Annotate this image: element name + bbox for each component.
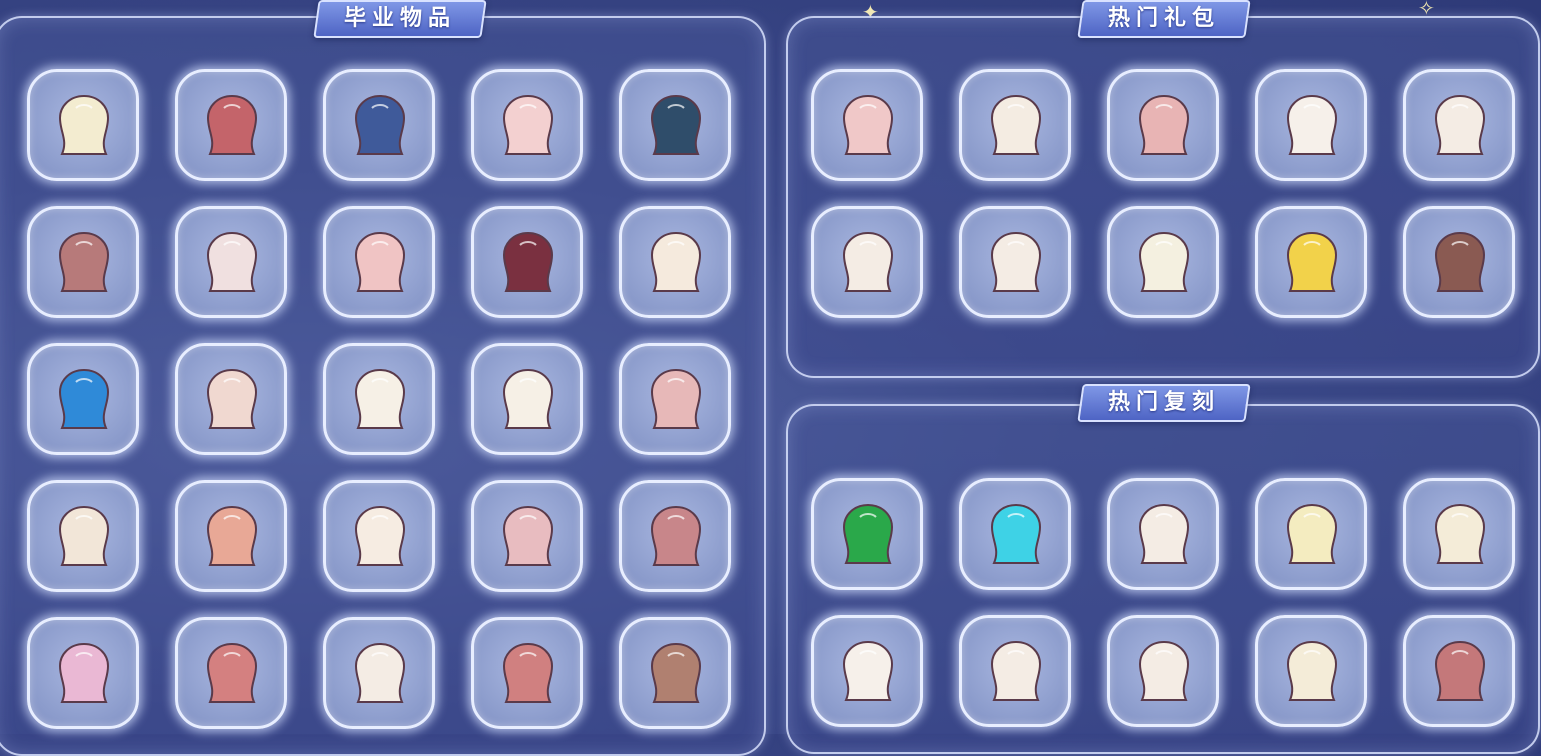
graduation-item-slot[interactable]: [175, 206, 287, 318]
rerun-item-slot[interactable]: [1255, 478, 1367, 590]
graduation-item-slot[interactable]: [619, 69, 731, 181]
graduation-item-slot[interactable]: [471, 343, 583, 455]
rerun-item-slot[interactable]: [1107, 478, 1219, 590]
rerun-item-slot[interactable]: [811, 478, 923, 590]
graduation-item-slot[interactable]: [471, 206, 583, 318]
rerun-item-slot[interactable]: [1107, 615, 1219, 727]
graduation-item-slot[interactable]: [619, 206, 731, 318]
rerun-item-slot[interactable]: [1403, 615, 1515, 727]
gift-pack-item-slot[interactable]: [959, 206, 1071, 318]
graduation-item-slot[interactable]: [471, 480, 583, 592]
rerun-item-slot[interactable]: [959, 478, 1071, 590]
graduation-item-slot[interactable]: [175, 617, 287, 729]
graduation-item-slot[interactable]: [619, 617, 731, 729]
gift-pack-item-slot[interactable]: [1255, 69, 1367, 181]
graduation-item-slot[interactable]: [323, 480, 435, 592]
gift-pack-item-slot[interactable]: [1107, 69, 1219, 181]
graduation-item-slot[interactable]: [323, 206, 435, 318]
graduation-item-slot[interactable]: [175, 69, 287, 181]
gift-pack-item-slot[interactable]: [811, 69, 923, 181]
rerun-item-slot[interactable]: [959, 615, 1071, 727]
gift-pack-item-slot[interactable]: [1403, 69, 1515, 181]
gift-pack-item-slot[interactable]: [959, 69, 1071, 181]
gift-pack-item-slot[interactable]: [1403, 206, 1515, 318]
graduation-item-slot[interactable]: [323, 617, 435, 729]
graduation-item-slot[interactable]: [323, 343, 435, 455]
graduation-item-slot[interactable]: [323, 69, 435, 181]
graduation-item-slot[interactable]: [471, 69, 583, 181]
graduation-item-slot[interactable]: [175, 343, 287, 455]
graduation-item-slot[interactable]: [27, 69, 139, 181]
rerun-item-slot[interactable]: [811, 615, 923, 727]
graduation-item-slot[interactable]: [27, 206, 139, 318]
graduation-item-slot[interactable]: [175, 480, 287, 592]
rerun-item-slot[interactable]: [1403, 478, 1515, 590]
gift-packs-title: 热门礼包: [1077, 0, 1251, 38]
graduation-items-title: 毕业物品: [313, 0, 487, 38]
gift-pack-item-slot[interactable]: [1107, 206, 1219, 318]
reruns-title: 热门复刻: [1077, 384, 1251, 422]
graduation-item-slot[interactable]: [27, 480, 139, 592]
graduation-item-slot[interactable]: [619, 343, 731, 455]
gift-pack-item-slot[interactable]: [811, 206, 923, 318]
graduation-item-slot[interactable]: [619, 480, 731, 592]
graduation-item-slot[interactable]: [471, 617, 583, 729]
graduation-item-slot[interactable]: [27, 343, 139, 455]
gift-pack-item-slot[interactable]: [1255, 206, 1367, 318]
rerun-item-slot[interactable]: [1255, 615, 1367, 727]
graduation-item-slot[interactable]: [27, 617, 139, 729]
